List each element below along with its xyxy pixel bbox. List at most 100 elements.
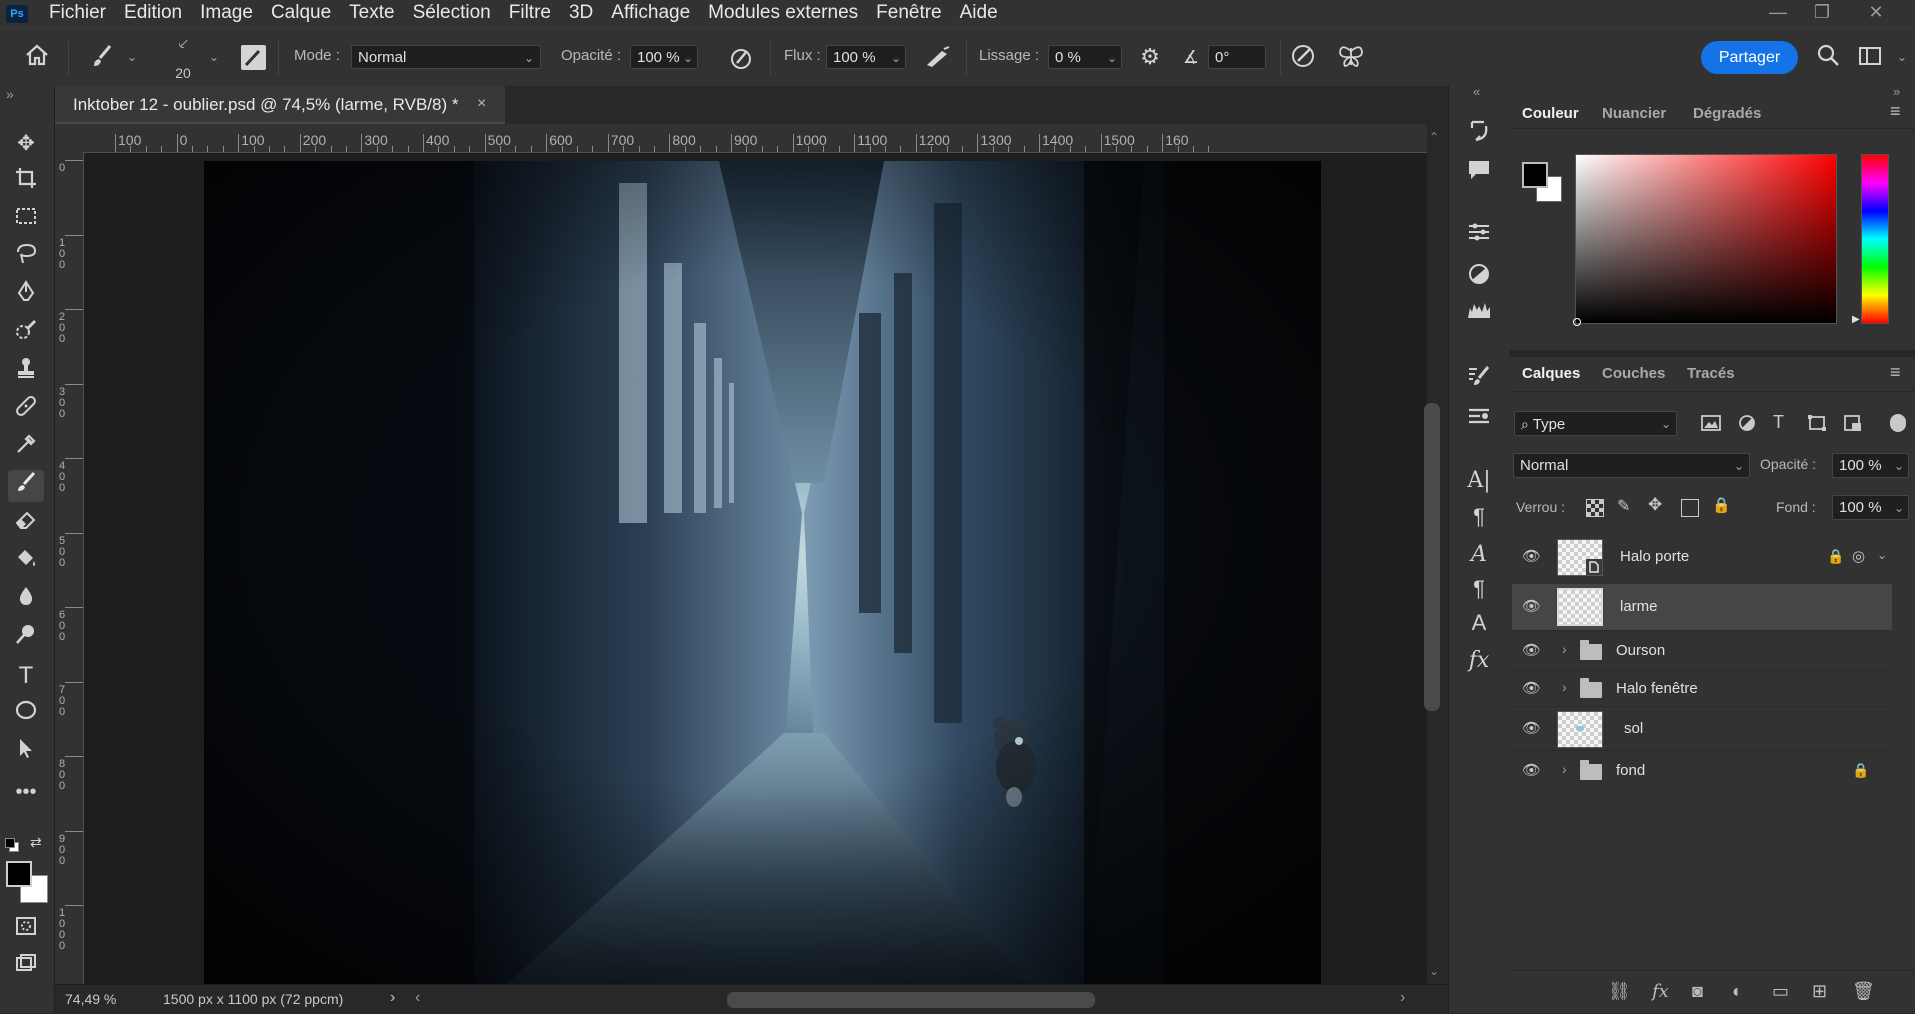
paint-bucket-tool[interactable]: [8, 546, 44, 578]
canvas-area[interactable]: [84, 153, 1427, 984]
collapse-panels-icon[interactable]: «: [1473, 84, 1480, 99]
symmetry-button[interactable]: [1336, 43, 1366, 71]
filter-adjustment-button[interactable]: [1737, 414, 1757, 432]
history-panel-button[interactable]: [1461, 118, 1497, 148]
hue-slider[interactable]: [1861, 154, 1889, 324]
smoothing-settings-button[interactable]: ⚙: [1136, 43, 1164, 71]
menu-texte[interactable]: Texte: [340, 0, 403, 28]
color-field[interactable]: [1573, 154, 1837, 326]
eye-icon[interactable]: 👁: [1522, 679, 1541, 697]
close-document-button[interactable]: ×: [477, 95, 486, 113]
new-adjustment-layer-icon[interactable]: ◐: [1732, 981, 1743, 1002]
lock-position-icon[interactable]: ✥: [1648, 495, 1662, 515]
new-layer-icon[interactable]: ⊞: [1812, 981, 1827, 1002]
screen-mode-button[interactable]: [8, 952, 44, 984]
type-tool[interactable]: T: [8, 660, 44, 692]
layer-name[interactable]: fond: [1616, 762, 1645, 779]
pen-tool[interactable]: [8, 280, 44, 312]
collapse-dock-icon[interactable]: »: [1893, 84, 1900, 99]
default-colors-icon[interactable]: [5, 838, 19, 852]
layer-name[interactable]: sol: [1624, 720, 1643, 737]
expand-group-icon[interactable]: ›: [1562, 679, 1567, 695]
marquee-tool[interactable]: [8, 204, 44, 236]
menu-3d[interactable]: 3D: [560, 0, 602, 28]
mode-select[interactable]: Normal ⌄: [351, 45, 541, 69]
brush-preset-button[interactable]: [88, 43, 118, 71]
expand-group-icon[interactable]: ›: [1562, 761, 1567, 777]
properties-panel-button[interactable]: [1461, 220, 1497, 250]
eye-icon[interactable]: 👁: [1522, 761, 1541, 779]
color-picker-cursor[interactable]: [1573, 318, 1581, 326]
add-mask-icon[interactable]: ◙: [1692, 981, 1703, 1002]
tab-traces[interactable]: Tracés: [1687, 365, 1735, 382]
brushes-panel-button[interactable]: [1461, 364, 1497, 394]
eye-icon[interactable]: 👁: [1522, 547, 1541, 565]
horizontal-scroll-thumb[interactable]: [727, 992, 1095, 1008]
link-layers-icon[interactable]: ⛓: [1608, 981, 1631, 1002]
character-panel-button[interactable]: A|: [1461, 466, 1497, 496]
zoom-level[interactable]: 74,49 %: [65, 991, 116, 1007]
eye-icon[interactable]: 👁: [1522, 719, 1541, 737]
layer-opacity-input[interactable]: 100 % ⌄: [1832, 453, 1909, 478]
layer-name[interactable]: Ourson: [1616, 642, 1665, 659]
scroll-up-icon[interactable]: ⌃: [1429, 130, 1439, 144]
lock-pixels-icon[interactable]: ✎: [1617, 496, 1630, 516]
eye-icon[interactable]: 👁: [1522, 597, 1541, 615]
blend-mode-select[interactable]: Normal ⌄: [1513, 453, 1750, 478]
workspace-button[interactable]: [1856, 45, 1886, 71]
layer-row-halo-porte[interactable]: 👁 Halo porte 🔒 ◎ ⌄: [1512, 536, 1892, 578]
chevron-down-icon[interactable]: ⌄: [209, 50, 219, 64]
layer-row-larme[interactable]: 👁 larme: [1512, 584, 1892, 630]
dodge-tool[interactable]: [8, 622, 44, 654]
filter-type-button[interactable]: T: [1773, 412, 1784, 433]
eye-icon[interactable]: 👁: [1522, 641, 1541, 659]
menu-edition[interactable]: Edition: [115, 0, 191, 28]
paragraph-panel-button[interactable]: ¶: [1461, 502, 1497, 532]
status-menu-arrow[interactable]: ›: [390, 989, 395, 1007]
angle-input[interactable]: 0°: [1208, 45, 1266, 69]
tab-degrades[interactable]: Dégradés: [1693, 105, 1761, 122]
chevron-down-icon[interactable]: ⌄: [127, 50, 137, 64]
menu-fenetre[interactable]: Fenêtre: [867, 0, 950, 28]
foreground-color-swatch[interactable]: [6, 861, 32, 887]
quick-mask-button[interactable]: [8, 914, 44, 946]
panel-menu-icon[interactable]: ≡: [1890, 362, 1901, 383]
minimize-button[interactable]: —: [1758, 0, 1798, 26]
filter-pixel-button[interactable]: [1701, 414, 1721, 432]
lasso-tool[interactable]: [8, 242, 44, 274]
panel-foreground-color[interactable]: [1522, 162, 1548, 188]
pressure-opacity-button[interactable]: [726, 45, 756, 71]
new-group-icon[interactable]: ▭: [1772, 981, 1789, 1002]
document-tab[interactable]: Inktober 12 - oublier.psd @ 74,5% (larme…: [55, 86, 505, 124]
tab-couches[interactable]: Couches: [1602, 365, 1665, 382]
menu-modules-externes[interactable]: Modules externes: [699, 0, 867, 28]
menu-selection[interactable]: Sélection: [404, 0, 500, 28]
smoothing-input[interactable]: 0 % ⌄: [1048, 45, 1122, 69]
opacity-input[interactable]: 100 % ⌄: [630, 45, 698, 69]
scroll-right-arrow[interactable]: ›: [1400, 989, 1405, 1007]
menu-calque[interactable]: Calque: [262, 0, 340, 28]
flow-input[interactable]: 100 % ⌄: [826, 45, 906, 69]
styles-panel-button[interactable]: fx: [1461, 646, 1497, 676]
tab-calques[interactable]: Calques: [1522, 365, 1580, 382]
add-layer-style-icon[interactable]: fx: [1652, 981, 1669, 1002]
vertical-scroll-thumb[interactable]: [1424, 403, 1440, 711]
menu-affichage[interactable]: Affichage: [602, 0, 699, 28]
histogram-panel-button[interactable]: [1461, 298, 1497, 328]
eraser-tool[interactable]: [8, 508, 44, 540]
comments-panel-button[interactable]: [1461, 158, 1497, 188]
panel-menu-icon[interactable]: ≡: [1890, 101, 1901, 122]
expand-toolbar-icon[interactable]: »: [6, 86, 14, 102]
paragraph-styles-panel-button[interactable]: ¶: [1461, 574, 1497, 604]
lock-transparency-icon[interactable]: [1586, 499, 1604, 517]
clone-stamp-tool[interactable]: [8, 356, 44, 388]
swap-colors-icon[interactable]: ⇄: [30, 834, 42, 851]
brush-settings-button[interactable]: [241, 45, 266, 70]
layer-name[interactable]: Halo fenêtre: [1616, 680, 1698, 697]
chevron-down-icon[interactable]: ⌄: [1877, 548, 1887, 562]
healing-brush-tool[interactable]: [8, 394, 44, 426]
path-selection-tool[interactable]: [8, 736, 44, 768]
layer-name[interactable]: Halo porte: [1620, 548, 1689, 565]
layer-row-halo-fenetre[interactable]: 👁 › Halo fenêtre: [1512, 670, 1892, 707]
menu-image[interactable]: Image: [191, 0, 262, 28]
